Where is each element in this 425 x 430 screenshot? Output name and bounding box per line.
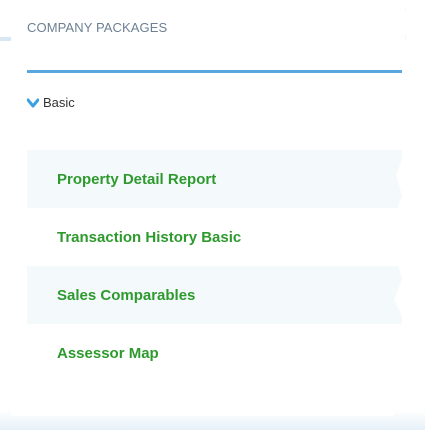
group-header-basic[interactable]: Basic — [27, 95, 75, 110]
group-label: Basic — [43, 95, 75, 110]
title-divider — [27, 70, 402, 73]
list-item-sales-comparables[interactable]: Sales Comparables — [27, 266, 402, 324]
list-item-property-detail-report[interactable]: Property Detail Report — [27, 150, 402, 208]
package-list: Property Detail Report Transaction Histo… — [27, 150, 402, 382]
company-packages-panel: COMPANY PACKAGES Basic Property Detail R… — [11, 0, 406, 416]
list-item-transaction-history-basic[interactable]: Transaction History Basic — [27, 208, 402, 266]
list-item-assessor-map[interactable]: Assessor Map — [27, 324, 402, 382]
chevron-down-icon — [27, 98, 39, 107]
item-link[interactable]: Transaction History Basic — [57, 229, 241, 246]
item-link[interactable]: Property Detail Report — [57, 171, 216, 188]
item-link[interactable]: Assessor Map — [57, 345, 159, 362]
item-link[interactable]: Sales Comparables — [57, 287, 195, 304]
panel-title: COMPANY PACKAGES — [27, 20, 168, 35]
